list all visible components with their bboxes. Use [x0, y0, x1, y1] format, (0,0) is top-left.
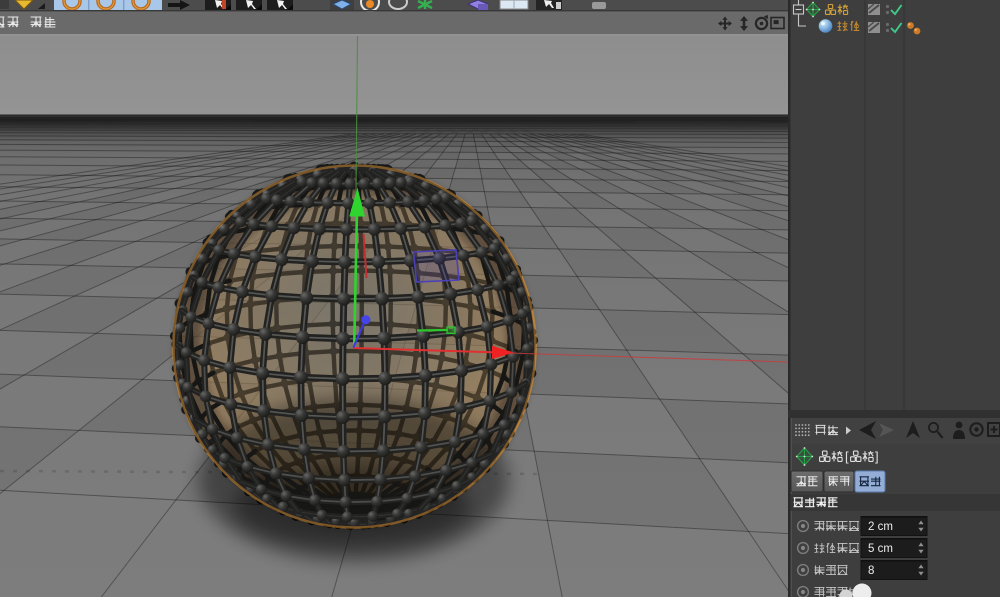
svg-text:2 cm: 2 cm — [868, 521, 893, 533]
svg-text:8: 8 — [868, 565, 874, 577]
svg-text:5 cm: 5 cm — [868, 543, 893, 555]
svg-text:]: ] — [875, 449, 879, 464]
svg-text:[: [ — [845, 449, 849, 464]
